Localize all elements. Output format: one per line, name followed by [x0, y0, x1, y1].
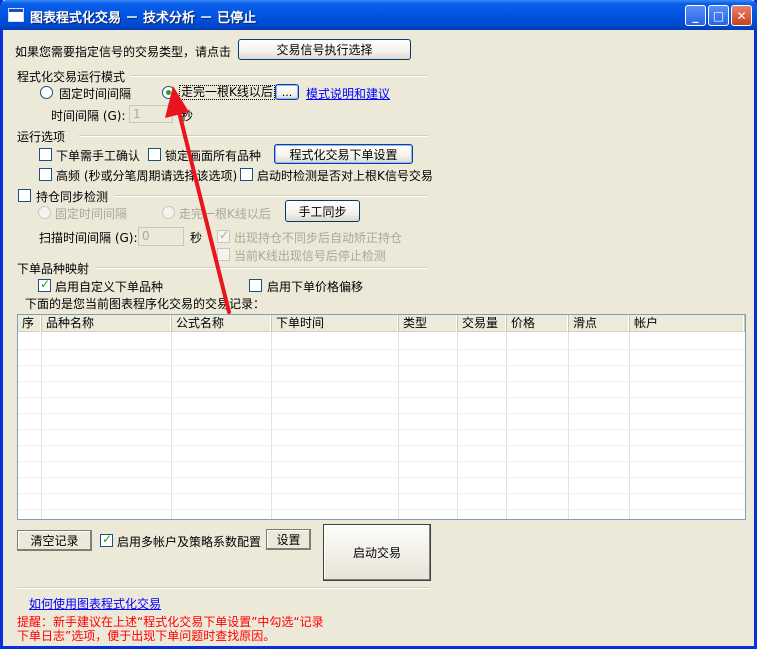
scan-interval-input[interactable]: 0	[138, 227, 184, 246]
lock-chart-checkbox[interactable]	[148, 148, 161, 161]
table-row	[18, 493, 745, 494]
multi-account-checkbox[interactable]	[100, 532, 113, 547]
position-sync-checkbox[interactable]	[18, 189, 31, 202]
mode-group-title: 程式化交易运行模式	[17, 70, 126, 84]
app-icon	[8, 8, 24, 22]
position-sync-title: 持仓同步检测	[36, 190, 109, 204]
table-row	[18, 349, 745, 350]
table-row	[18, 477, 745, 478]
high-freq-checkbox[interactable]	[39, 168, 52, 181]
group-divider	[95, 267, 428, 269]
column-divider	[506, 332, 507, 519]
table-row	[18, 509, 745, 510]
account-settings-button[interactable]: 设置	[266, 529, 311, 550]
column-header[interactable]: 品种名称	[42, 315, 172, 332]
auto-correct-label: 出现持仓不同步后自动矫正持仓	[234, 231, 403, 245]
mode-radio-kline-label: 走完一根K线以后	[179, 85, 275, 100]
column-header[interactable]: 下单时间	[272, 315, 399, 332]
column-divider	[457, 332, 458, 519]
mode-more-button[interactable]: ...	[275, 84, 299, 100]
records-table-header: 序 品种名称 公式名称 下单时间 类型 交易量 价格 滑点 帐户	[18, 315, 745, 332]
lock-chart-label: 锁定画面所有品种	[165, 149, 262, 163]
mode-radio-kline[interactable]	[162, 86, 175, 99]
interval-label: 时间间隔 (G):	[51, 109, 126, 123]
high-freq-label: 高频 (秒或分笔周期请选择该选项)	[56, 169, 238, 183]
scan-interval-unit: 秒	[190, 231, 203, 245]
main-window: 图表程式化交易 － 技术分析 － 已停止 _ □ ✕ 如果您需要指定信号的交易类…	[0, 0, 757, 649]
signal-prompt: 如果您需要指定信号的交易类型，请点击	[15, 45, 232, 59]
custom-symbol-label: 启用自定义下单品种	[55, 280, 164, 294]
mapping-title: 下单品种映射	[17, 262, 90, 276]
group-divider	[131, 75, 428, 77]
signal-select-button[interactable]: 交易信号执行选择	[238, 39, 411, 60]
manual-confirm-label: 下单需手工确认	[56, 149, 141, 163]
title-bar[interactable]: 图表程式化交易 － 技术分析 － 已停止 _ □ ✕	[0, 0, 757, 30]
mode-radio-fixed-label: 固定时间间隔	[59, 87, 132, 101]
column-divider	[271, 332, 272, 519]
column-divider	[41, 332, 42, 519]
window-title: 图表程式化交易 － 技术分析 － 已停止	[30, 11, 257, 26]
column-divider	[171, 332, 172, 519]
startup-check-label: 启动时检测是否对上根K信号交易	[257, 169, 433, 183]
tip-line-2: 下单日志”选项，便于出现下单问题时查找原因。	[17, 629, 276, 643]
client-area: 如果您需要指定信号的交易类型，请点击 交易信号执行选择 程式化交易运行模式 固定…	[3, 30, 754, 646]
sync-radio-fixed-label: 固定时间间隔	[55, 207, 128, 221]
sync-radio-kline-label: 走完一根K线以后	[179, 207, 271, 221]
interval-input[interactable]: 1	[129, 105, 173, 123]
group-divider	[79, 135, 428, 137]
manual-confirm-checkbox[interactable]	[39, 148, 52, 161]
column-divider	[398, 332, 399, 519]
maximize-icon[interactable]: □	[708, 5, 729, 26]
column-header[interactable]: 价格	[507, 315, 569, 332]
table-row	[18, 413, 745, 414]
column-header[interactable]: 类型	[399, 315, 458, 332]
multi-account-label: 启用多帐户及策略系数配置	[117, 535, 262, 549]
scan-interval-label: 扫描时间间隔 (G):	[39, 231, 138, 245]
order-settings-button[interactable]: 程式化交易下单设置	[274, 144, 413, 164]
mode-explain-link[interactable]: 模式说明和建议	[306, 85, 390, 102]
run-options-title: 运行选项	[17, 130, 66, 144]
footer-divider	[17, 587, 429, 589]
records-table[interactable]: 序 品种名称 公式名称 下单时间 类型 交易量 价格 滑点 帐户	[17, 314, 746, 520]
table-row	[18, 429, 745, 430]
table-row	[18, 381, 745, 382]
help-link[interactable]: 如何使用图表程式化交易	[29, 595, 161, 612]
column-header[interactable]: 帐户	[630, 315, 745, 332]
start-trading-button[interactable]: 启动交易	[323, 524, 431, 581]
clear-records-button[interactable]: 清空记录	[17, 530, 92, 551]
column-header[interactable]: 序	[18, 315, 42, 332]
interval-unit: 秒	[181, 109, 194, 123]
startup-check-checkbox[interactable]	[240, 168, 253, 181]
column-divider	[629, 332, 630, 519]
mode-radio-fixed[interactable]	[40, 86, 53, 99]
table-row	[18, 397, 745, 398]
auto-correct-checkbox[interactable]	[217, 228, 230, 243]
records-caption: 下面的是您当前图表程序化交易的交易记录：	[25, 297, 266, 311]
table-row	[18, 461, 745, 462]
sync-radio-fixed[interactable]	[38, 206, 51, 219]
custom-symbol-checkbox[interactable]	[38, 277, 51, 292]
manual-sync-button[interactable]: 手工同步	[285, 200, 360, 222]
group-divider	[115, 195, 428, 197]
stop-check-label: 当前K线出现信号后停止检测	[234, 249, 386, 263]
minimize-icon[interactable]: _	[685, 5, 706, 26]
sync-radio-kline[interactable]	[162, 206, 175, 219]
column-divider	[568, 332, 569, 519]
column-header[interactable]: 公式名称	[172, 315, 272, 332]
column-header[interactable]: 滑点	[569, 315, 630, 332]
close-icon[interactable]: ✕	[731, 5, 752, 26]
table-row	[18, 365, 745, 366]
column-header[interactable]: 交易量	[458, 315, 507, 332]
stop-check-checkbox[interactable]	[217, 248, 230, 261]
table-row	[18, 445, 745, 446]
price-offset-label: 启用下单价格偏移	[267, 280, 364, 294]
price-offset-checkbox[interactable]	[249, 279, 262, 292]
